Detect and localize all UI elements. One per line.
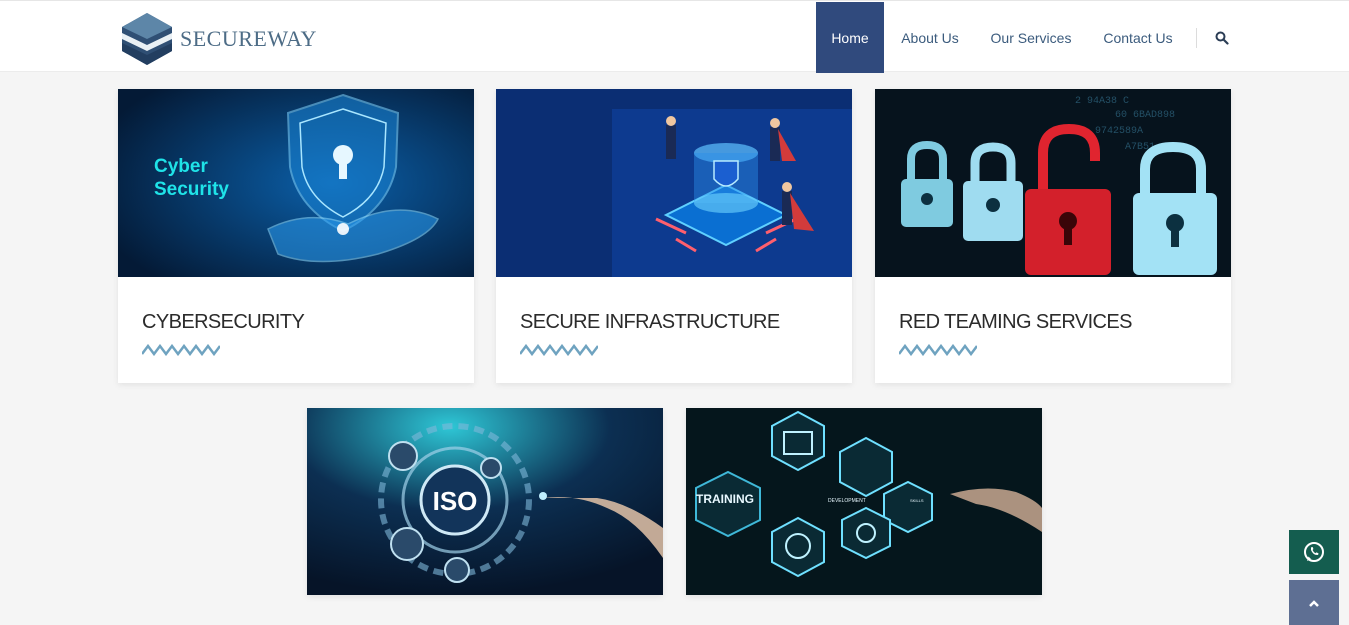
- card-title: CYBERSECURITY: [142, 311, 305, 333]
- svg-text:2 94A38 C: 2 94A38 C: [1075, 96, 1129, 107]
- nav-about-us[interactable]: About Us: [884, 2, 976, 73]
- service-card-red-teaming[interactable]: 2 94A38 C 60 6BAD898 9742589A A7B51 RED …: [875, 89, 1231, 383]
- site-logo[interactable]: SECUREWAY: [120, 11, 317, 67]
- svg-text:9742589A: 9742589A: [1095, 126, 1143, 137]
- chevron-up-icon: [1309, 599, 1319, 607]
- cyber-image-text-2: Security: [154, 179, 229, 200]
- whatsapp-button[interactable]: [1289, 530, 1339, 574]
- main-nav: Home About Us Our Services Contact Us: [816, 2, 1247, 73]
- card-body: SECURE INFRASTRUCTURE: [496, 277, 852, 383]
- cyber-image-text-1: Cyber: [154, 156, 208, 177]
- secure-infrastructure-image: [496, 89, 852, 277]
- training-image-text: TRAINING: [696, 492, 754, 506]
- iso-image-text: ISO: [433, 486, 478, 516]
- nav-contact-us[interactable]: Contact Us: [1086, 2, 1190, 73]
- search-icon: [1215, 31, 1229, 45]
- svg-text:60 6BAD898: 60 6BAD898: [1115, 110, 1175, 121]
- cybersecurity-image: Cyber Security: [118, 89, 474, 277]
- card-title: RED TEAMING SERVICES: [899, 311, 1132, 333]
- search-button[interactable]: [1197, 2, 1247, 73]
- wave-divider-icon: [142, 344, 220, 356]
- training-image: TRAINING DEVELOPMENT SKILLS: [686, 408, 1042, 595]
- brand-name: SECUREWAY: [180, 26, 317, 51]
- scroll-to-top-button[interactable]: [1289, 580, 1339, 625]
- service-card-secure-infrastructure[interactable]: SECURE INFRASTRUCTURE: [496, 89, 852, 383]
- service-card-training[interactable]: TRAINING DEVELOPMENT SKILLS: [686, 408, 1042, 595]
- skills-image-text: SKILLS: [910, 498, 924, 503]
- whatsapp-icon: [1304, 542, 1324, 562]
- iso-image: ISO: [307, 408, 663, 595]
- card-title: SECURE INFRASTRUCTURE: [520, 311, 780, 333]
- service-card-iso[interactable]: ISO: [307, 408, 663, 595]
- development-image-text: DEVELOPMENT: [828, 498, 866, 504]
- red-teaming-image: 2 94A38 C 60 6BAD898 9742589A A7B51: [875, 89, 1231, 277]
- card-body: CYBERSECURITY: [118, 277, 474, 383]
- wave-divider-icon: [899, 344, 977, 356]
- site-header: SECUREWAY Home About Us Our Services Con…: [0, 0, 1349, 73]
- nav-home[interactable]: Home: [816, 2, 884, 73]
- logo-mark-icon: [122, 13, 172, 65]
- card-body: RED TEAMING SERVICES: [875, 277, 1231, 383]
- service-card-cybersecurity[interactable]: Cyber Security CYBERSECURITY: [118, 89, 474, 383]
- wave-divider-icon: [520, 344, 598, 356]
- nav-our-services[interactable]: Our Services: [976, 2, 1086, 73]
